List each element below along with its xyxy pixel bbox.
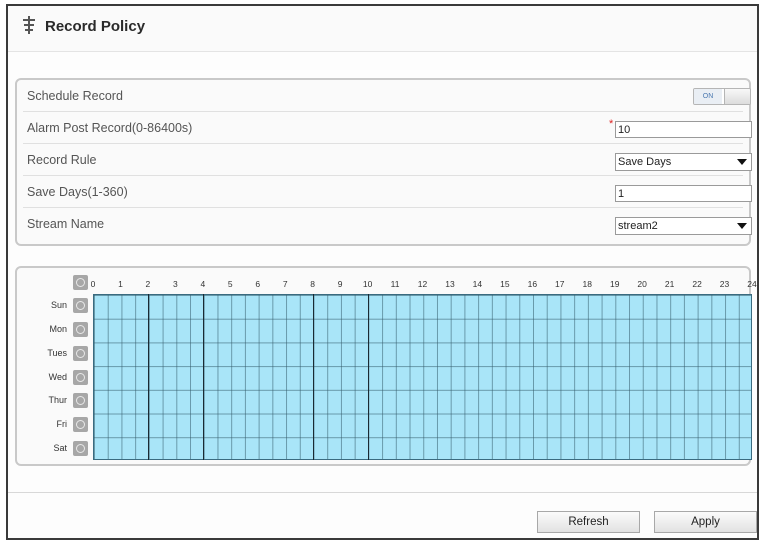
hour-label: 10 [362, 279, 373, 289]
hour-label: 21 [664, 279, 675, 289]
hour-label: 22 [692, 279, 702, 289]
alarm-post-record-row: Alarm Post Record(0-86400s) * [23, 114, 752, 144]
record-policy-window: Record Policy Schedule Record ON Alarm P… [6, 4, 759, 540]
save-days-label: Save Days(1-360) [27, 185, 128, 199]
hour-label: 0 [90, 279, 96, 289]
day-select-gear-icon[interactable] [73, 440, 88, 456]
hour-label: 2 [145, 279, 151, 289]
hour-label: 23 [719, 279, 730, 289]
grid-major-line [312, 294, 315, 460]
hour-label: 9 [337, 279, 343, 289]
hour-label: 20 [637, 279, 647, 289]
day-label: Wed [48, 371, 67, 382]
day-select-gear-icon[interactable] [73, 416, 88, 432]
save-days-row: Save Days(1-360) [23, 178, 752, 208]
hour-label: 7 [282, 279, 288, 289]
record-rule-label: Record Rule [27, 153, 97, 167]
day-label: Fri [56, 418, 68, 429]
stream-name-row: Stream Name stream2 [23, 210, 752, 240]
dropdown-arrow-icon [737, 223, 747, 229]
stream-name-label: Stream Name [27, 217, 105, 231]
hour-label: 12 [417, 279, 428, 289]
day-select-gear-icon[interactable] [73, 393, 88, 409]
hour-label: 5 [227, 279, 233, 289]
apply-button[interactable]: Apply [654, 511, 757, 533]
schedule-record-toggle[interactable]: ON [693, 88, 751, 105]
hour-label: 13 [445, 279, 455, 289]
day-select-gear-icon[interactable] [73, 322, 88, 338]
hour-label: 18 [582, 279, 592, 289]
schedule-panel: 0 1 2 3 4 5 6 7 8 9 10 11 12 13 14 15 16 17 18 19 20 21 22 23 24… [15, 266, 757, 466]
day-label: Sun [50, 300, 67, 311]
hour-label: 16 [527, 279, 538, 289]
schedule-grid[interactable] [93, 294, 752, 460]
day-label: Thur [48, 395, 67, 406]
day-select-gear-icon[interactable] [73, 369, 88, 385]
record-rule-row: Record Rule Save Days [23, 146, 752, 176]
day-select-gear-icon[interactable] [73, 298, 88, 314]
stream-name-select[interactable]: stream2 [615, 217, 752, 235]
hour-label: 15 [500, 279, 510, 289]
hour-label: 4 [200, 279, 206, 289]
hour-label: 6 [255, 279, 261, 289]
hour-label: 11 [390, 279, 400, 289]
toggle-knob [724, 89, 750, 104]
grid-major-line [147, 294, 150, 460]
hour-label: 14 [472, 279, 483, 289]
alarm-post-record-input[interactable] [615, 121, 752, 138]
alarm-post-record-label: Alarm Post Record(0-86400s) [27, 121, 193, 135]
settings-panel: Schedule Record ON Alarm Post Record(0-8… [15, 78, 752, 246]
hour-label: 17 [555, 279, 565, 289]
hour-label: 3 [173, 279, 178, 289]
grid-major-line [367, 294, 370, 460]
refresh-button[interactable]: Refresh [537, 511, 640, 533]
hour-label: 8 [310, 279, 316, 289]
grid-major-line [202, 294, 205, 460]
save-days-input[interactable] [615, 185, 752, 202]
dropdown-arrow-icon [737, 159, 747, 165]
hour-label: 19 [609, 279, 620, 289]
day-label: Mon [49, 324, 67, 335]
hour-label: 24 [747, 279, 757, 289]
title-bar: Record Policy [8, 6, 757, 52]
required-marker: * [609, 118, 614, 130]
page-title: Record Policy [45, 18, 146, 35]
footer-divider [8, 492, 757, 493]
record-policy-icon [23, 16, 35, 34]
day-select-gear-icon[interactable] [73, 345, 88, 361]
record-rule-value: Save Days [618, 156, 672, 168]
toggle-on-label: ON [694, 89, 722, 104]
schedule-record-row: Schedule Record ON [23, 82, 751, 112]
stream-name-value: stream2 [618, 220, 658, 232]
day-label: Tues [47, 347, 67, 358]
schedule-record-label: Schedule Record [27, 89, 123, 103]
record-rule-select[interactable]: Save Days [615, 153, 752, 171]
day-label: Sat [53, 442, 67, 453]
hour-label: 1 [118, 279, 123, 289]
